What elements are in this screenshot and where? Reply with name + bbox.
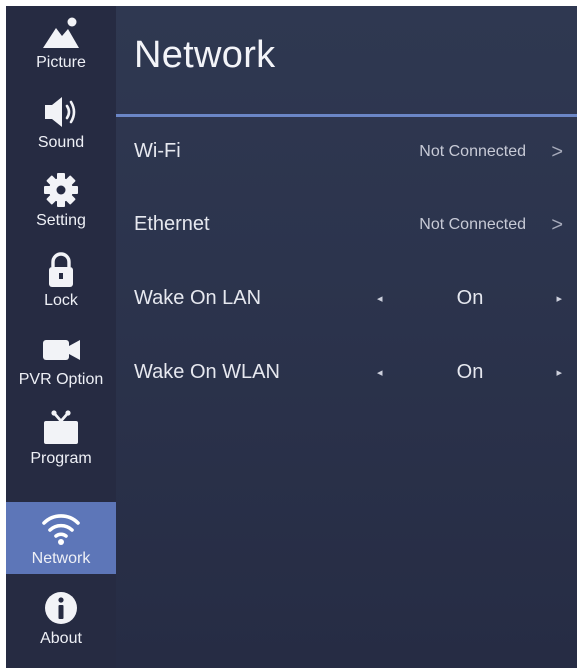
- chevron-right-icon: >: [551, 141, 563, 163]
- sidebar-item-setting[interactable]: Setting: [6, 164, 116, 236]
- wifi-icon: [41, 510, 81, 546]
- right-arrow-icon[interactable]: ▸: [556, 366, 562, 379]
- sidebar: Picture Sound Setting Lock PVR Option Pr…: [6, 6, 116, 668]
- ethernet-row[interactable]: Ethernet Not Connected >: [116, 201, 577, 251]
- chevron-right-icon: >: [551, 214, 563, 236]
- gear-icon: [41, 172, 81, 208]
- sidebar-item-program[interactable]: Program: [6, 402, 116, 474]
- status-text: Not Connected: [419, 143, 526, 160]
- option-value: On: [456, 287, 484, 309]
- sidebar-item-lock[interactable]: Lock: [6, 244, 116, 316]
- option-value: On: [456, 361, 484, 383]
- info-icon: [41, 590, 81, 626]
- row-label: Ethernet: [134, 213, 210, 235]
- sidebar-item-label: Setting: [36, 212, 86, 229]
- picture-icon: [41, 14, 81, 50]
- row-label: Wake On LAN: [134, 287, 262, 309]
- sidebar-item-label: Sound: [37, 134, 85, 151]
- lock-icon: [41, 252, 81, 288]
- tv-icon: [41, 410, 81, 446]
- left-arrow-icon[interactable]: ◂: [377, 366, 383, 379]
- wifi-row[interactable]: Wi-Fi Not Connected >: [116, 128, 577, 178]
- page-title: Network: [134, 34, 276, 76]
- sidebar-item-label: Lock: [44, 292, 78, 309]
- speaker-icon: [41, 94, 81, 130]
- sidebar-item-label: PVR Option: [18, 371, 104, 388]
- main-panel: Network Wi-Fi Not Connected > Ethernet N…: [116, 6, 577, 668]
- wake-on-wlan-row[interactable]: Wake On WLAN ◂ On ▸: [116, 349, 577, 399]
- title-divider: [116, 114, 577, 117]
- sidebar-item-network[interactable]: Network: [6, 502, 116, 574]
- sidebar-item-picture[interactable]: Picture: [6, 6, 116, 78]
- sidebar-item-label: Program: [30, 450, 92, 467]
- row-label: Wake On WLAN: [134, 361, 280, 383]
- row-label: Wi-Fi: [134, 140, 181, 162]
- sidebar-item-label: Network: [31, 550, 91, 567]
- sidebar-item-about[interactable]: About: [6, 582, 116, 654]
- sidebar-item-label: About: [40, 630, 82, 647]
- sidebar-item-pvr-option[interactable]: PVR Option: [6, 323, 116, 395]
- tv-settings-screen: Picture Sound Setting Lock PVR Option Pr…: [6, 6, 577, 668]
- sidebar-item-label: Picture: [36, 54, 86, 71]
- right-arrow-icon[interactable]: ▸: [556, 292, 562, 305]
- sidebar-item-sound[interactable]: Sound: [6, 86, 116, 158]
- status-text: Not Connected: [419, 216, 526, 233]
- video-camera-icon: [41, 331, 81, 367]
- left-arrow-icon[interactable]: ◂: [377, 292, 383, 305]
- wake-on-lan-row[interactable]: Wake On LAN ◂ On ▸: [116, 275, 577, 325]
